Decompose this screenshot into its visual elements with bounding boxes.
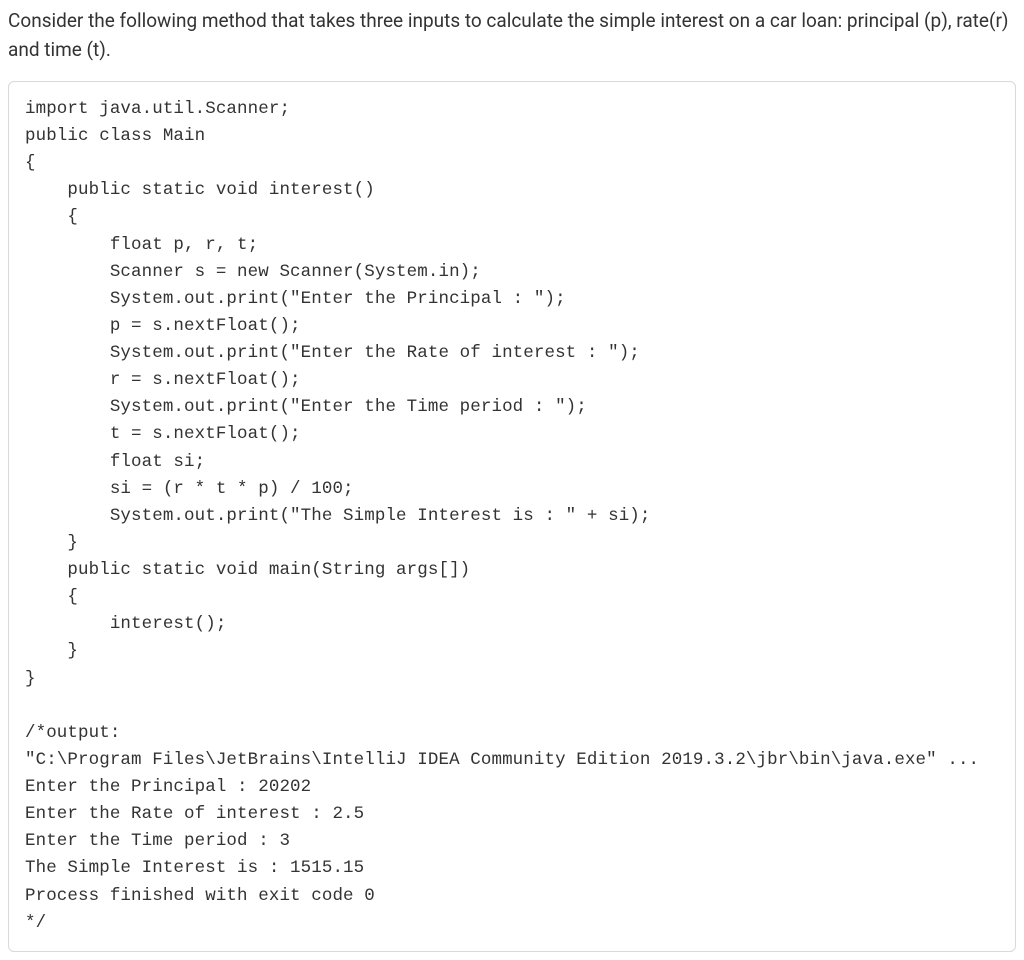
page: Consider the following method that takes… — [0, 0, 1024, 960]
intro-text: Consider the following method that takes… — [8, 6, 1016, 65]
code-block: import java.util.Scanner; public class M… — [25, 96, 999, 937]
code-box: import java.util.Scanner; public class M… — [8, 81, 1016, 952]
